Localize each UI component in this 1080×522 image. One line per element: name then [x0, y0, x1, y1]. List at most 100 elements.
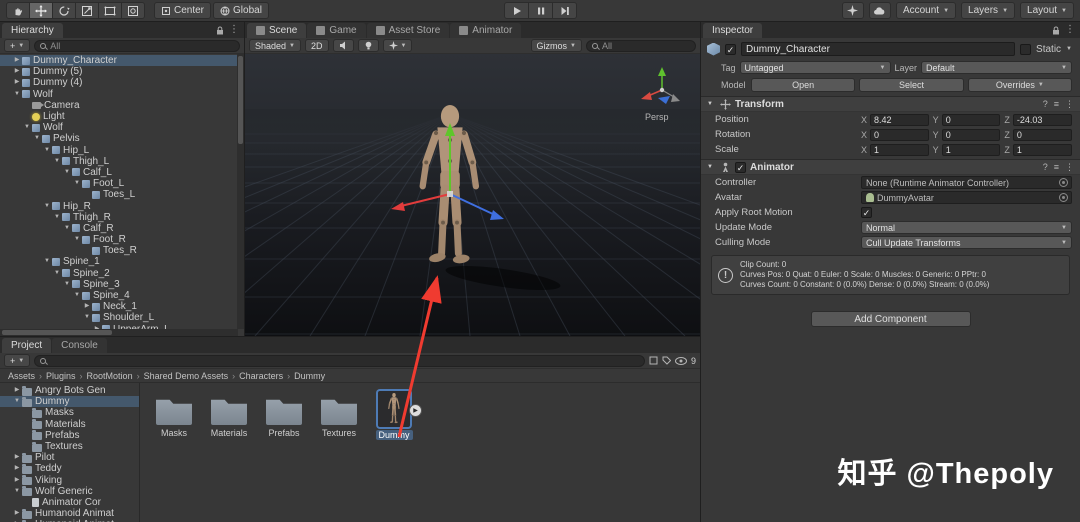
gizmo-center-handle[interactable]: [447, 191, 453, 197]
tree-item-hip-l[interactable]: ▼ Hip_L: [0, 145, 244, 156]
tree-item-spine-1[interactable]: ▼ Spine_1: [0, 256, 244, 267]
chevron-down-icon[interactable]: ▼: [1066, 46, 1072, 52]
foldout-open-icon[interactable]: ▼: [42, 145, 52, 156]
tree-item-angry-bots-gen[interactable]: ▶ Angry Bots Gen: [0, 385, 139, 396]
tree-item-hip-r[interactable]: ▼ Hip_R: [0, 200, 244, 212]
breadcrumb-rootmotion[interactable]: RootMotion: [87, 371, 133, 381]
collab-button[interactable]: [868, 2, 891, 19]
scale-x-field[interactable]: 1: [870, 143, 929, 156]
breadcrumb-characters[interactable]: Characters: [239, 371, 283, 381]
tree-item-dummy[interactable]: ▼ Dummy: [0, 396, 139, 408]
kebab-menu-icon[interactable]: ⋮: [1065, 99, 1074, 109]
tab-animator[interactable]: Animator: [450, 23, 522, 38]
pause-button[interactable]: [528, 2, 553, 19]
asset-masks[interactable]: Masks: [148, 391, 200, 438]
scale-y-field[interactable]: 1: [941, 143, 1001, 156]
controller-object-field[interactable]: None (Runtime Animator Controller): [861, 176, 1072, 189]
tree-item-prefabs[interactable]: Prefabs: [0, 430, 139, 441]
layer-dropdown[interactable]: Default ▼: [921, 61, 1072, 74]
tab-game[interactable]: Game: [307, 23, 366, 38]
tree-item-pelvis[interactable]: ▼ Pelvis: [0, 133, 244, 144]
scene-viewport[interactable]: Persp: [245, 54, 700, 336]
tree-item-light[interactable]: Light: [0, 111, 244, 122]
foldout-open-icon[interactable]: ▼: [12, 486, 22, 497]
foldout-closed-icon[interactable]: ▶: [12, 475, 22, 486]
preset-icon[interactable]: ≡: [1054, 162, 1059, 172]
undo-history-button[interactable]: [841, 2, 864, 19]
foldout-closed-icon[interactable]: ▶: [12, 385, 22, 396]
tree-item-dummy-character[interactable]: ▶ Dummy_Character: [0, 55, 244, 67]
lock-icon[interactable]: [216, 26, 224, 35]
search-by-label-icon[interactable]: [662, 356, 671, 365]
tree-item-masks[interactable]: Masks: [0, 407, 139, 418]
create-menu-button[interactable]: + ▼: [4, 39, 31, 52]
tree-item-spine-3[interactable]: ▼ Spine_3: [0, 279, 244, 290]
foldout-open-icon[interactable]: ▼: [72, 178, 82, 189]
foldout-open-icon[interactable]: ▼: [42, 201, 52, 212]
tree-item-teddy[interactable]: ▶ Teddy: [0, 463, 139, 474]
object-picker-icon[interactable]: [1059, 178, 1068, 187]
preset-icon[interactable]: ≡: [1054, 99, 1059, 109]
foldout-open-icon[interactable]: ▼: [707, 101, 716, 107]
axis-z-cone[interactable]: [658, 96, 670, 104]
foldout-open-icon[interactable]: ▼: [12, 89, 22, 100]
tag-dropdown[interactable]: Untagged ▼: [739, 61, 891, 74]
help-icon[interactable]: ?: [1043, 162, 1048, 172]
horizontal-scrollbar[interactable]: [0, 329, 238, 336]
account-dropdown[interactable]: Account ▼: [895, 2, 957, 19]
gameobject-name-field[interactable]: Dummy_Character: [741, 42, 1016, 56]
foldout-open-icon[interactable]: ▼: [82, 312, 92, 323]
hand-tool-button[interactable]: [6, 2, 30, 19]
tree-item-toes-l[interactable]: Toes_L: [0, 189, 244, 200]
tab-scene[interactable]: Scene: [247, 23, 307, 38]
scrollbar-thumb[interactable]: [238, 56, 243, 144]
avatar-object-field[interactable]: DummyAvatar: [861, 191, 1072, 204]
tree-item-spine-4[interactable]: ▼ Spine_4: [0, 290, 244, 301]
tree-item-calf-l[interactable]: ▼ Calf_L: [0, 167, 244, 178]
asset-materials[interactable]: Materials: [203, 391, 255, 438]
asset-prefabs[interactable]: Prefabs: [258, 391, 310, 438]
tree-item-foot-l[interactable]: ▼ Foot_L: [0, 178, 244, 189]
static-checkbox[interactable]: [1020, 43, 1032, 55]
breadcrumb-plugins[interactable]: Plugins: [46, 371, 76, 381]
project-search-input[interactable]: [34, 354, 645, 367]
play-button[interactable]: [504, 2, 529, 19]
tree-item-textures[interactable]: Textures: [0, 441, 139, 452]
breadcrumb-dummy[interactable]: Dummy: [294, 371, 325, 381]
transform-tool-button[interactable]: [121, 2, 145, 19]
model-overrides-dropdown[interactable]: Overrides ▼: [967, 78, 1072, 92]
hierarchy-search-input[interactable]: All: [34, 39, 240, 52]
foldout-closed-icon[interactable]: ▶: [12, 508, 22, 519]
tree-item-wolf[interactable]: ▼ Wolf: [0, 89, 244, 100]
orientation-gizmo[interactable]: [641, 67, 680, 104]
tree-item-dummy-5[interactable]: ▶ Dummy (5): [0, 66, 244, 77]
tree-item-pilot[interactable]: ▶ Pilot: [0, 452, 139, 463]
tree-item-wolf-generic[interactable]: ▼ Wolf Generic: [0, 486, 139, 497]
asset-textures[interactable]: Textures: [313, 391, 365, 438]
scene-lighting-toggle[interactable]: [357, 39, 379, 52]
foldout-open-icon[interactable]: ▼: [22, 122, 32, 133]
rotation-x-field[interactable]: 0: [870, 128, 929, 141]
tree-item-materials[interactable]: Materials: [0, 419, 139, 430]
object-picker-icon[interactable]: [1059, 193, 1068, 202]
tab-inspector[interactable]: Inspector: [703, 23, 763, 38]
tree-item-thigh-r[interactable]: ▼ Thigh_R: [0, 212, 244, 223]
move-tool-button[interactable]: [29, 2, 53, 19]
foldout-open-icon[interactable]: ▼: [52, 268, 62, 279]
gizmos-dropdown[interactable]: Gizmos ▼: [530, 39, 582, 52]
hidden-packages-eye-icon[interactable]: [674, 356, 687, 365]
transform-component-header[interactable]: ▼ Transform ? ≡ ⋮: [701, 96, 1080, 112]
foldout-open-icon[interactable]: ▼: [62, 279, 72, 290]
step-button[interactable]: [552, 2, 577, 19]
foldout-closed-icon[interactable]: ▶: [12, 463, 22, 474]
vertical-scrollbar[interactable]: [237, 54, 244, 329]
tree-item-viking[interactable]: ▶ Viking: [0, 475, 139, 486]
layout-dropdown[interactable]: Layout ▼: [1020, 2, 1074, 19]
foldout-closed-icon[interactable]: ▶: [12, 452, 22, 463]
breadcrumb-shared-demo-assets[interactable]: Shared Demo Assets: [144, 371, 229, 381]
position-z-field[interactable]: -24.03: [1012, 113, 1073, 126]
create-menu-button[interactable]: + ▼: [4, 354, 31, 367]
scale-tool-button[interactable]: [75, 2, 99, 19]
add-component-button[interactable]: Add Component: [810, 311, 971, 327]
foldout-open-icon[interactable]: ▼: [52, 156, 62, 167]
